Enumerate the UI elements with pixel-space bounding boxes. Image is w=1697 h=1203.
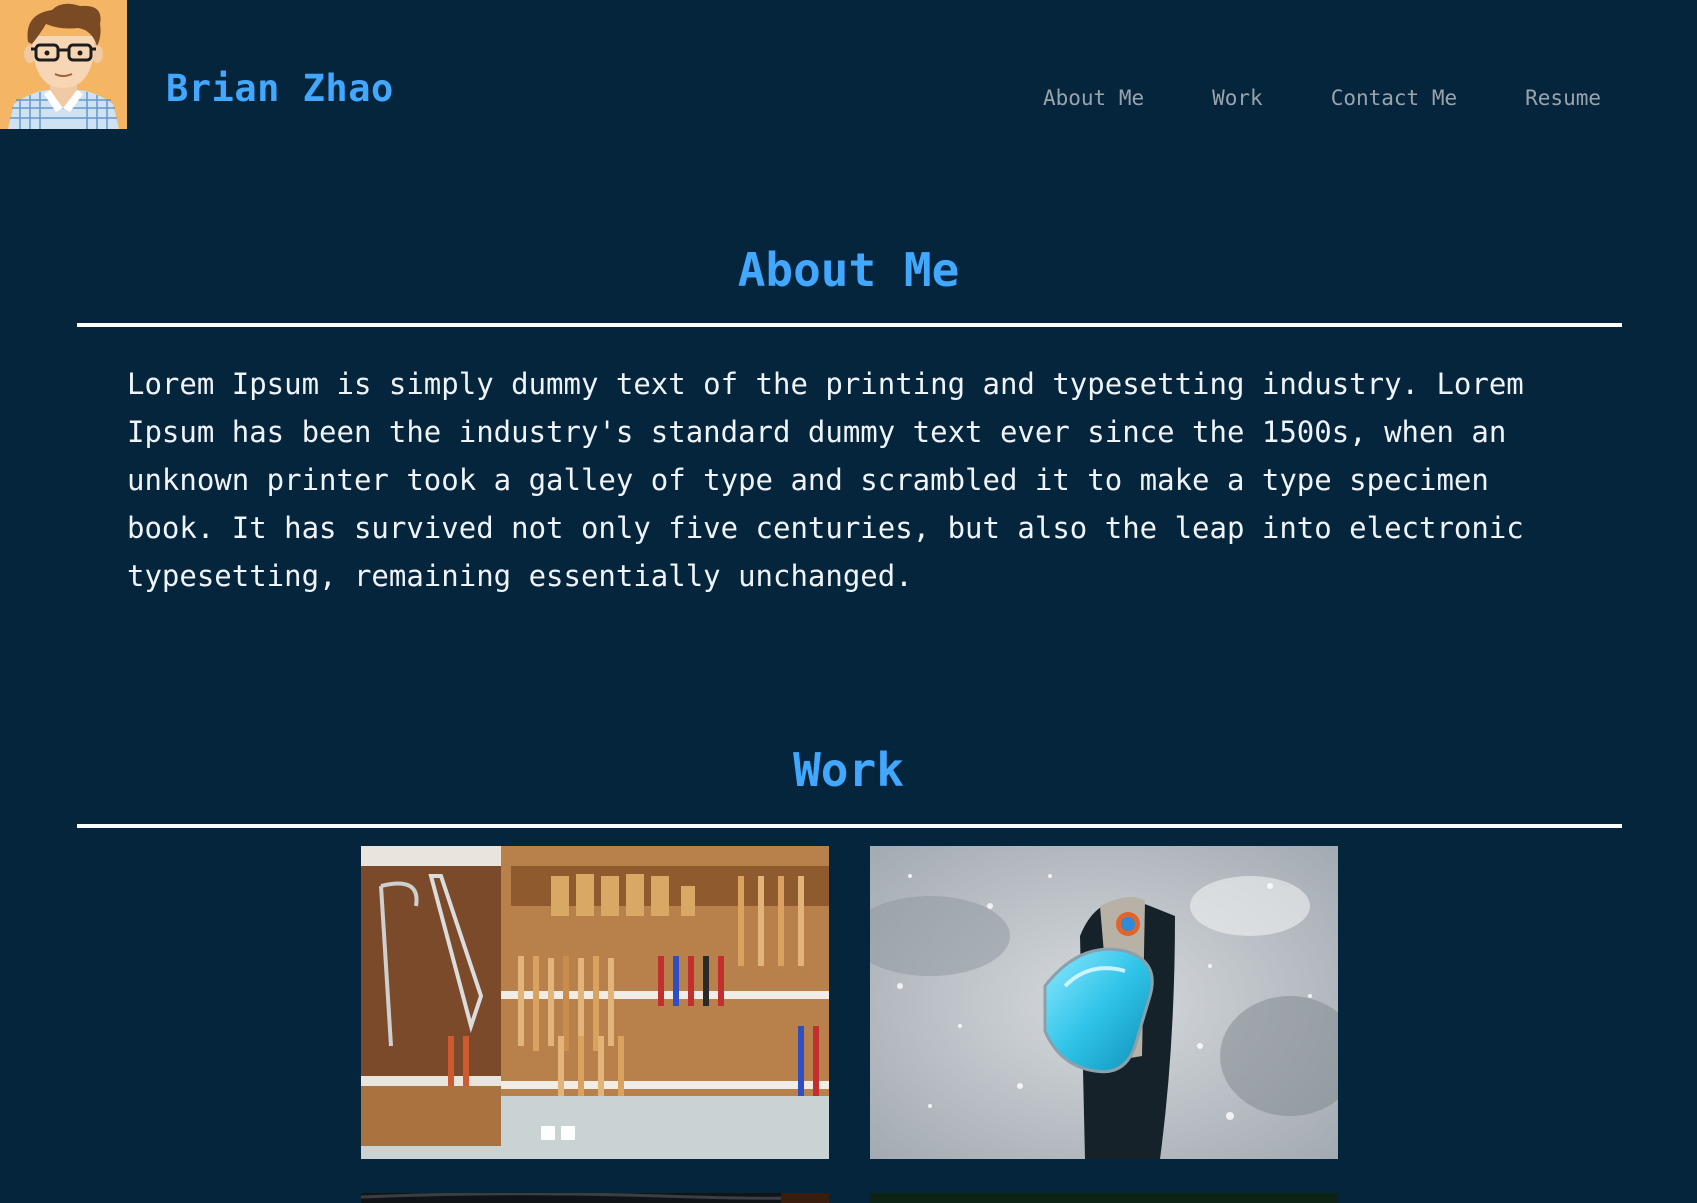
dark-photo-image — [361, 1193, 829, 1203]
work-title: Work — [793, 743, 904, 797]
site-name[interactable]: Brian Zhao — [166, 70, 394, 107]
avatar[interactable] — [0, 0, 127, 129]
ski-goggles-image — [870, 846, 1338, 1159]
work-item-ski-goggles[interactable] — [870, 846, 1338, 1159]
nav-link-work[interactable]: Work — [1212, 88, 1263, 109]
work-item-green-photo[interactable] — [870, 1193, 1338, 1203]
work-item-dark-photo[interactable] — [361, 1193, 829, 1203]
work-divider — [77, 824, 1622, 828]
workshop-tools-image — [361, 846, 829, 1159]
nav-link-contact-me[interactable]: Contact Me — [1331, 88, 1457, 109]
nav-link-resume[interactable]: Resume — [1525, 88, 1601, 109]
developer-avatar-icon — [0, 0, 127, 129]
about-title: About Me — [737, 243, 960, 297]
green-photo-image — [870, 1193, 1338, 1203]
work-item-workshop-tools[interactable] — [361, 846, 829, 1159]
about-body: Lorem Ipsum is simply dummy text of the … — [127, 367, 1524, 593]
nav-link-about-me[interactable]: About Me — [1043, 88, 1144, 109]
about-divider — [77, 323, 1622, 327]
main-nav: About Me Work Contact Me Resume — [1043, 88, 1601, 109]
site-header: Brian Zhao About Me Work Contact Me Resu… — [0, 0, 1697, 130]
